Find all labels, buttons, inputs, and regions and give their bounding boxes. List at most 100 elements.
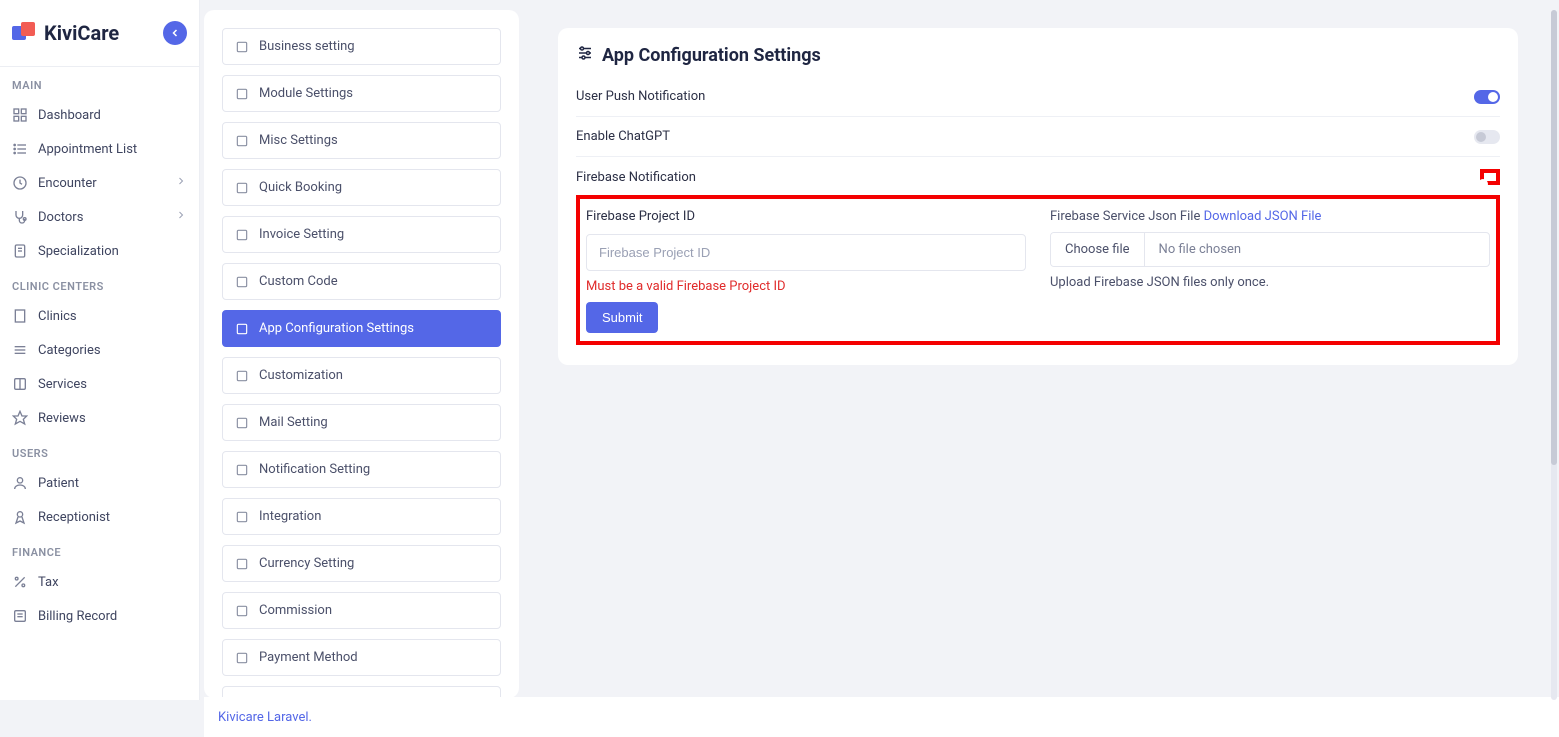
sidebar-section-header: CLINIC CENTERS	[0, 268, 199, 299]
percent-icon	[12, 574, 28, 590]
panel-title: App Configuration Settings	[602, 45, 821, 66]
settings-item-label: Quick Booking	[259, 180, 342, 195]
chevron-right-icon	[175, 209, 187, 225]
sidebar-section-header: FINANCE	[0, 534, 199, 565]
settings-item-label: Customization	[259, 368, 343, 383]
settings-item-icon	[235, 275, 249, 289]
logo-row: KiviCare	[0, 0, 199, 67]
sidebar-item-clinics[interactable]: Clinics	[0, 299, 199, 333]
brand-logo[interactable]: KiviCare	[12, 20, 119, 46]
settings-item-icon	[235, 40, 249, 54]
user-push-label: User Push Notification	[576, 89, 705, 104]
settings-item-misc-settings[interactable]: Misc Settings	[222, 122, 501, 159]
firebase-json-col: Firebase Service Json File Download JSON…	[1050, 209, 1490, 333]
stethoscope-icon	[12, 209, 28, 225]
chatgpt-label: Enable ChatGPT	[576, 129, 670, 144]
sidebar-item-billing-record[interactable]: Billing Record	[0, 599, 199, 633]
sidebar-item-label: Specialization	[38, 244, 119, 259]
settings-item-icon	[235, 557, 249, 571]
settings-item-label: Mail Setting	[259, 415, 328, 430]
settings-item-payment-method[interactable]: Payment Method	[222, 639, 501, 676]
clock-icon	[12, 175, 28, 191]
building-icon	[12, 308, 28, 324]
settings-item-invoice-setting[interactable]: Invoice Setting	[222, 216, 501, 253]
footer-link[interactable]: Kivicare Laravel.	[218, 710, 312, 725]
sidebar-item-label: Receptionist	[38, 510, 110, 525]
sidebar-item-categories[interactable]: Categories	[0, 333, 199, 367]
sidebar-item-label: Patient	[38, 476, 79, 491]
settings-item-commission[interactable]: Commission	[222, 592, 501, 629]
firebase-form-annotation: Firebase Project ID Must be a valid Fire…	[576, 195, 1500, 345]
settings-item-currency-setting[interactable]: Currency Setting	[222, 545, 501, 582]
settings-item-label: Business setting	[259, 39, 355, 54]
settings-item-business-setting[interactable]: Business setting	[222, 28, 501, 65]
sidebar-item-label: Tax	[38, 575, 59, 590]
choose-file-button[interactable]: Choose file	[1051, 233, 1145, 266]
sidebar: KiviCare MAIN Dashboard Appointment List En…	[0, 0, 200, 700]
firebase-json-hint: Upload Firebase JSON files only once.	[1050, 275, 1490, 290]
settings-item-label: Custom Code	[259, 274, 338, 289]
sidebar-item-specialization[interactable]: Specialization	[0, 234, 199, 268]
settings-item-label: App Configuration Settings	[259, 321, 414, 336]
settings-item-label: Misc Settings	[259, 133, 338, 148]
settings-item-icon	[235, 510, 249, 524]
list-icon	[12, 141, 28, 157]
sidebar-item-patient[interactable]: Patient	[0, 466, 199, 500]
settings-item-mail-setting[interactable]: Mail Setting	[222, 404, 501, 441]
user-push-toggle[interactable]	[1474, 90, 1500, 104]
logo-icon	[12, 20, 38, 46]
firebase-project-id-input[interactable]	[586, 234, 1026, 271]
file-input-row: Choose file No file chosen	[1050, 232, 1490, 267]
sidebar-item-label: Reviews	[38, 411, 86, 426]
settings-item-custom-code[interactable]: Custom Code	[222, 263, 501, 300]
sidebar-item-services[interactable]: Services	[0, 367, 199, 401]
firebase-json-label: Firebase Service Json File	[1050, 209, 1200, 224]
settings-item-customization[interactable]: Customization	[222, 357, 501, 394]
file-chosen-status: No file chosen	[1145, 233, 1489, 266]
panel-title-row: App Configuration Settings	[576, 44, 1500, 67]
settings-item-label: Commission	[259, 603, 332, 618]
bill-icon	[12, 608, 28, 624]
settings-item-label: Module Settings	[259, 86, 353, 101]
settings-item-icon	[235, 651, 249, 665]
sidebar-item-appointment-list[interactable]: Appointment List	[0, 132, 199, 166]
star-icon	[12, 410, 28, 426]
firebase-label: Firebase Notification	[576, 170, 696, 185]
sidebar-section-header: MAIN	[0, 67, 199, 98]
sidebar-item-label: Services	[38, 377, 87, 392]
download-json-link[interactable]: Download JSON File	[1204, 209, 1322, 224]
sidebar-item-tax[interactable]: Tax	[0, 565, 199, 599]
settings-item-icon	[235, 134, 249, 148]
settings-item-label: Notification Setting	[259, 462, 370, 477]
firebase-project-id-label: Firebase Project ID	[586, 209, 1026, 224]
settings-item-icon	[235, 604, 249, 618]
settings-item-integration[interactable]: Integration	[222, 498, 501, 535]
sidebar-item-label: Doctors	[38, 210, 83, 225]
sidebar-item-dashboard[interactable]: Dashboard	[0, 98, 199, 132]
sidebar-item-doctors[interactable]: Doctors	[0, 200, 199, 234]
page-scrollbar[interactable]	[1551, 10, 1557, 700]
sidebar-item-receptionist[interactable]: Receptionist	[0, 500, 199, 534]
sliders-icon	[576, 44, 594, 67]
submit-button[interactable]: Submit	[586, 302, 658, 333]
settings-item-label: Currency Setting	[259, 556, 354, 571]
sidebar-collapse-button[interactable]	[163, 21, 187, 45]
sidebar-item-label: Dashboard	[38, 108, 101, 123]
settings-item-module-settings[interactable]: Module Settings	[222, 75, 501, 112]
badge-icon	[12, 509, 28, 525]
settings-item-label: Integration	[259, 509, 321, 524]
sidebar-item-label: Clinics	[38, 309, 77, 324]
sidebar-item-encounter[interactable]: Encounter	[0, 166, 199, 200]
firebase-project-id-error: Must be a valid Firebase Project ID	[586, 279, 1026, 294]
chatgpt-toggle[interactable]	[1474, 130, 1500, 144]
sidebar-section-header: USERS	[0, 435, 199, 466]
row-firebase: Firebase Notification	[576, 157, 1500, 197]
settings-item-notification-setting[interactable]: Notification Setting	[222, 451, 501, 488]
settings-item-app-configuration-settings[interactable]: App Configuration Settings	[222, 310, 501, 347]
settings-item-icon	[235, 322, 249, 336]
settings-item-quick-booking[interactable]: Quick Booking	[222, 169, 501, 206]
sidebar-item-reviews[interactable]: Reviews	[0, 401, 199, 435]
sidebar-item-label: Encounter	[38, 176, 97, 191]
sidebar-item-label: Billing Record	[38, 609, 117, 624]
firebase-toggle-annotation	[1480, 169, 1500, 185]
